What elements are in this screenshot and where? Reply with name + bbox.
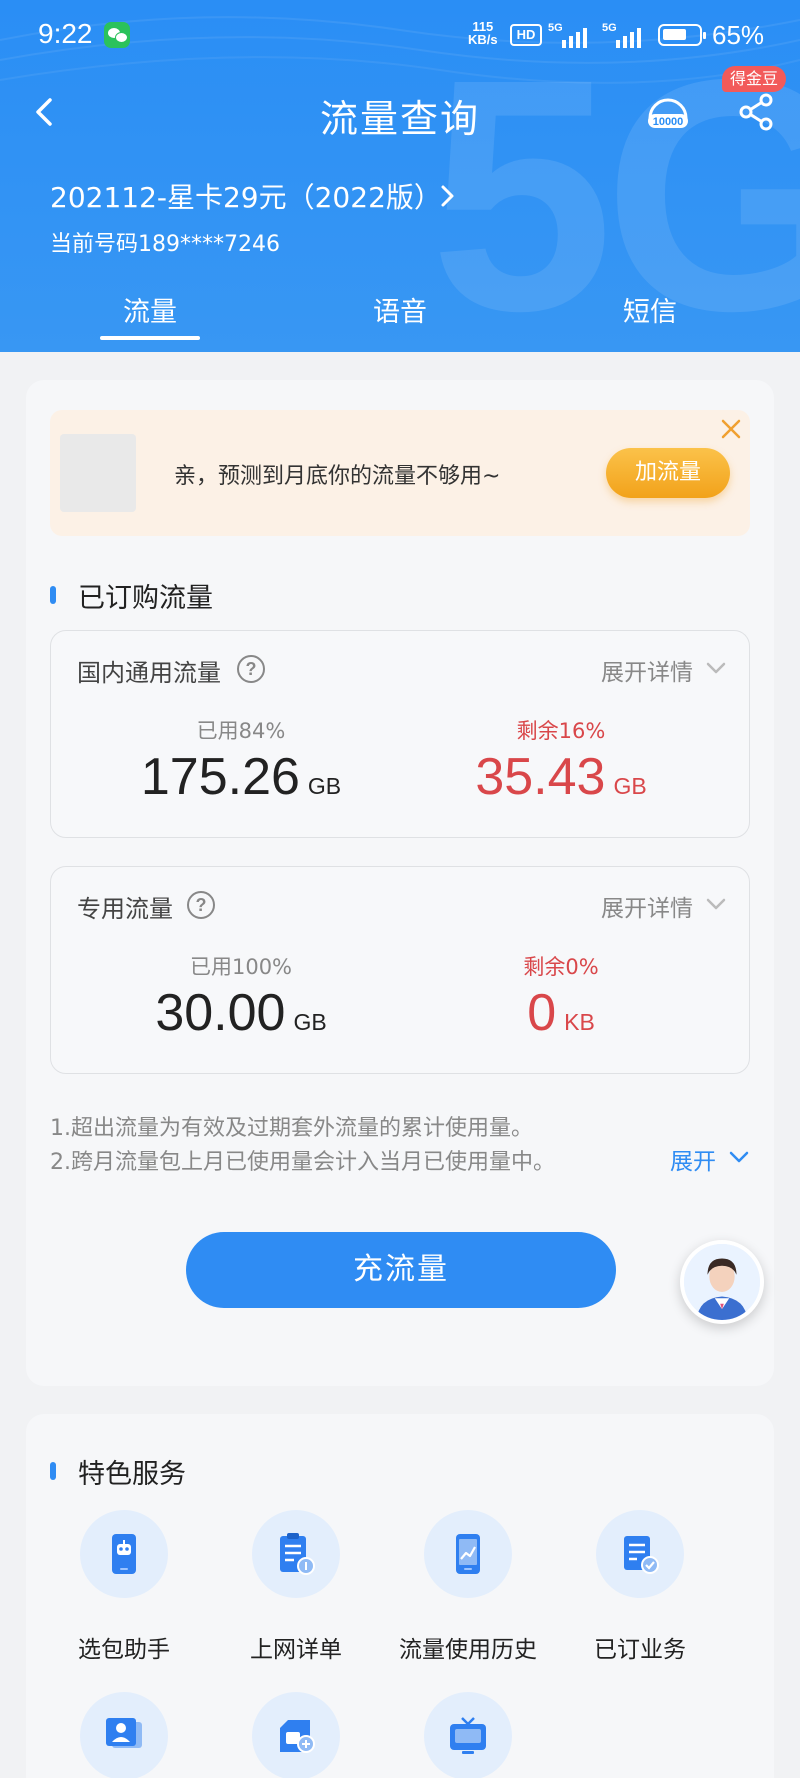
used-value: 175.26 <box>140 748 300 806</box>
service-sim-card[interactable] <box>210 1692 382 1778</box>
note-line-2: 2.跨月流量包上月已使用量会计入当月已使用量中。 <box>50 1150 555 1175</box>
chevron-down-icon[interactable] <box>705 661 727 675</box>
assistant-person-icon <box>684 1244 760 1320</box>
used-percent-label: 已用84% <box>196 719 286 743</box>
remain-unit: KB <box>564 1009 595 1035</box>
signal-bars-icon-2 <box>616 28 641 48</box>
status-bar: 9:22 115 KB/s HD 5G 5G 65% <box>0 0 800 72</box>
remain-percent-label: 剩余0% <box>523 955 599 979</box>
usage-name: 国内通用流量 <box>77 659 221 687</box>
remain-unit: GB <box>613 773 647 799</box>
service-tv[interactable] <box>382 1692 554 1778</box>
used-amount: 175.26 GB <box>91 747 391 807</box>
note-line-1: 1.超出流量为有效及过期套外流量的累计使用量。 <box>50 1116 533 1141</box>
svg-text:10000: 10000 <box>653 116 684 128</box>
section-title: 已订购流量 <box>78 583 213 614</box>
service-label: 选包助手 <box>78 1637 170 1663</box>
service-icon-circle <box>424 1510 512 1598</box>
battery-percent: 65% <box>712 20 765 50</box>
wechat-icon <box>104 22 130 48</box>
remain-value: 0 <box>527 984 557 1042</box>
dedicated-data-box: 专用流量 ? 展开详情 已用100% 剩余0% 30.00 GB 0 KB <box>50 866 750 1074</box>
tab-bar: 流量 语音 短信 <box>0 290 800 350</box>
service-contact-card[interactable] <box>38 1692 210 1778</box>
contact-card-icon <box>106 1718 142 1748</box>
remain-value: 35.43 <box>475 748 606 806</box>
promo-image <box>60 434 136 512</box>
header: 5G 9:22 115 KB/s HD 5G 5G 65% 流量查询 10000… <box>0 0 800 352</box>
hd-voice-icon: HD <box>510 24 542 46</box>
section-marker <box>50 586 56 604</box>
active-tab-indicator <box>100 336 200 340</box>
featured-services-card: 特色服务 选包助手 上网详单 流量使用历史 已订业务 <box>26 1414 774 1778</box>
robot-phone-icon <box>112 1534 136 1574</box>
chevron-down-icon[interactable] <box>705 897 727 911</box>
service-label: 已订业务 <box>594 1637 686 1663</box>
service-icon-circle <box>80 1510 168 1598</box>
hotline-10000-icon[interactable]: 10000 <box>644 92 692 136</box>
section-marker <box>50 1462 56 1480</box>
service-icon-circle <box>424 1692 512 1778</box>
plan-name[interactable]: 202112-星卡29元（2022版） <box>50 176 442 216</box>
tab-data[interactable]: 流量 <box>50 290 250 329</box>
service-internet-details[interactable]: 上网详单 <box>210 1510 382 1670</box>
clipboard-list-icon <box>280 1533 315 1575</box>
used-unit: GB <box>293 1009 327 1035</box>
assistant-avatar[interactable] <box>680 1240 764 1324</box>
tab-sms[interactable]: 短信 <box>550 290 750 329</box>
tab-voice[interactable]: 语音 <box>300 290 500 329</box>
signal-label-2: 5G <box>602 22 617 34</box>
remain-percent-label: 剩余16% <box>516 719 606 743</box>
help-icon[interactable]: ? <box>187 891 215 919</box>
help-icon[interactable]: ? <box>237 655 265 683</box>
remain-amount: 35.43 GB <box>411 747 711 807</box>
expand-details-link[interactable]: 展开详情 <box>601 653 693 687</box>
data-usage-card: 亲，预测到月底你的流量不够用~ 加流量 已订购流量 国内通用流量 ? 展开详情 … <box>26 380 774 1386</box>
service-package-assistant[interactable]: 选包助手 <box>38 1510 210 1670</box>
remain-amount: 0 KB <box>411 983 711 1043</box>
used-percent-label: 已用100% <box>189 955 293 979</box>
promo-text: 亲，预测到月底你的流量不够用~ <box>174 464 501 489</box>
promo-banner[interactable]: 亲，预测到月底你的流量不够用~ 加流量 <box>50 410 750 536</box>
domestic-data-box: 国内通用流量 ? 展开详情 已用84% 剩余16% 175.26 GB 35.43… <box>50 630 750 838</box>
net-speed: 115 KB/s <box>468 20 498 46</box>
service-label: 上网详单 <box>250 1637 342 1663</box>
service-icon-circle <box>252 1692 340 1778</box>
net-speed-unit: KB/s <box>468 32 498 47</box>
signal-label: 5G <box>548 22 563 34</box>
signal-bars-icon <box>562 28 587 48</box>
service-icon-circle <box>252 1510 340 1598</box>
recharge-data-button[interactable]: 充流量 <box>186 1232 616 1308</box>
service-usage-history[interactable]: 流量使用历史 <box>382 1510 554 1670</box>
sim-card-add-icon <box>280 1720 315 1753</box>
phone-chart-icon <box>456 1534 480 1574</box>
service-subscribed-business[interactable]: 已订业务 <box>554 1510 726 1670</box>
document-check-icon <box>624 1536 659 1574</box>
service-label: 流量使用历史 <box>399 1637 537 1663</box>
service-icon-circle <box>596 1510 684 1598</box>
used-unit: GB <box>307 773 342 799</box>
tv-icon <box>450 1717 486 1754</box>
current-number: 当前号码189****7246 <box>50 232 280 257</box>
usage-name: 专用流量 <box>77 895 173 923</box>
section-title: 特色服务 <box>78 1459 186 1490</box>
used-amount: 30.00 GB <box>91 983 391 1043</box>
share-icon[interactable] <box>738 92 774 132</box>
close-icon[interactable] <box>720 418 742 440</box>
notes-expand-link[interactable]: 展开 <box>670 1142 716 1176</box>
service-icon-circle <box>80 1692 168 1778</box>
expand-details-link[interactable]: 展开详情 <box>601 889 693 923</box>
chevron-right-icon[interactable] <box>438 182 458 210</box>
battery-icon <box>658 24 706 46</box>
add-data-button[interactable]: 加流量 <box>606 448 730 498</box>
chevron-down-icon[interactable] <box>728 1150 750 1164</box>
used-value: 30.00 <box>155 984 286 1042</box>
gold-bean-badge[interactable]: 得金豆 <box>722 66 787 92</box>
status-time: 9:22 <box>38 18 93 49</box>
